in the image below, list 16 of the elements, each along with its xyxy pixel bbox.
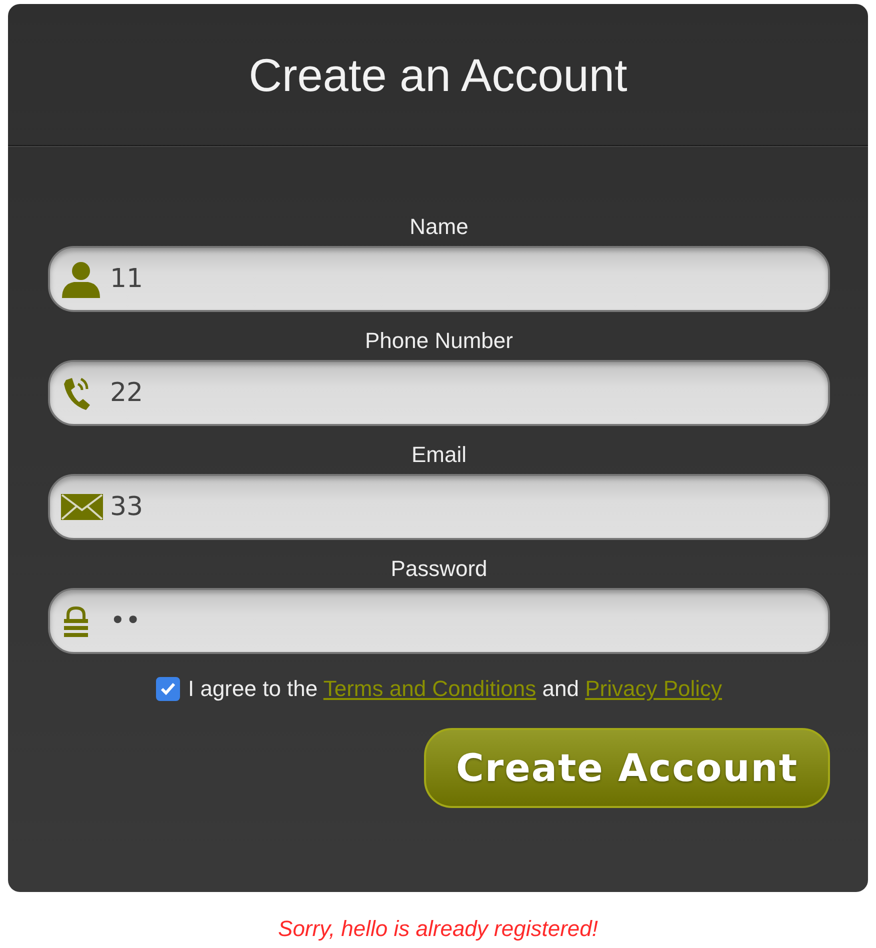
error-message: Sorry, hello is already registered! <box>277 916 599 942</box>
field-label: Email <box>411 442 466 468</box>
input-field[interactable]: 11 <box>48 246 830 312</box>
checkbox[interactable] <box>156 677 180 701</box>
checkmark-icon <box>158 680 177 698</box>
field-label: Password <box>390 556 488 582</box>
field-label: Phone Number <box>365 328 513 354</box>
agreement-text: I agree to the Terms and Conditions and Privacy Policy <box>188 676 722 702</box>
field-label: Name <box>410 214 468 240</box>
input-field[interactable]: 22 <box>48 360 830 426</box>
input-field[interactable]: 33 <box>48 474 830 540</box>
input-field[interactable]: •• <box>48 588 830 654</box>
mail-icon <box>60 493 104 521</box>
create-account-button[interactable]: Create Account <box>424 728 830 808</box>
form-title: Create an Account <box>248 48 628 102</box>
person-icon <box>60 260 102 298</box>
